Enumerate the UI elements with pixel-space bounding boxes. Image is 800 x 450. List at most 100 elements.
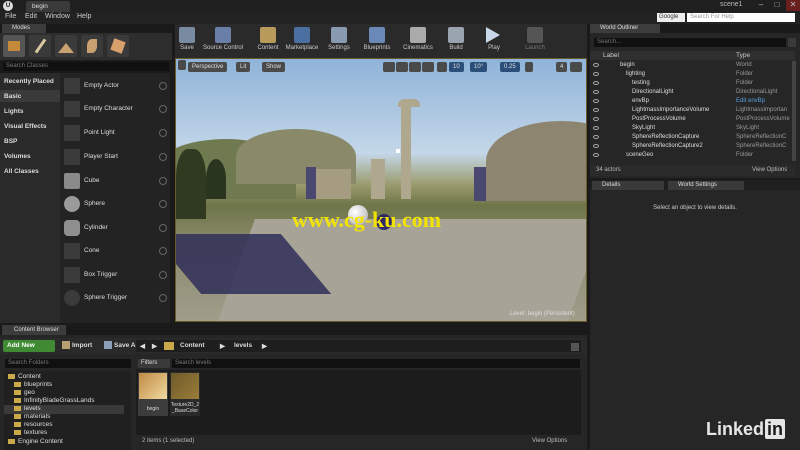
- world-settings-tab[interactable]: World Settings: [668, 181, 744, 190]
- folder-item[interactable]: blueprints: [14, 381, 52, 388]
- rotation-snap-value[interactable]: 10°: [470, 62, 488, 72]
- help-icon[interactable]: [159, 200, 167, 208]
- lock-icon[interactable]: [571, 343, 579, 351]
- folder-item[interactable]: geo: [14, 389, 35, 396]
- save-button[interactable]: Save: [176, 25, 198, 57]
- details-tab[interactable]: Details: [592, 181, 664, 190]
- help-icon[interactable]: [159, 105, 167, 113]
- outliner-row[interactable]: [590, 151, 795, 160]
- visibility-eye-icon[interactable]: [593, 108, 599, 112]
- visibility-eye-icon[interactable]: [593, 144, 599, 148]
- landscape-mode-icon[interactable]: [55, 35, 77, 57]
- paint-mode-icon[interactable]: [29, 35, 51, 57]
- marketplace-button[interactable]: Marketplace: [284, 25, 320, 57]
- breadcrumb-levels[interactable]: levels: [234, 342, 252, 349]
- content-button[interactable]: Content: [254, 25, 282, 57]
- grid-snap-value[interactable]: 10: [449, 62, 464, 72]
- level-viewport[interactable]: [175, 58, 587, 322]
- outliner-scrollbar[interactable]: [792, 61, 796, 161]
- cinematics-button[interactable]: Cinematics: [400, 25, 436, 57]
- folder-item[interactable]: Engine Content: [8, 438, 63, 445]
- add-new-button[interactable]: Add New: [3, 340, 55, 352]
- help-icon[interactable]: [159, 247, 167, 255]
- settings-button[interactable]: Settings: [324, 25, 354, 57]
- level-document-tab[interactable]: begin: [26, 1, 70, 12]
- folder-item[interactable]: resources: [14, 421, 53, 428]
- outliner-row[interactable]: [590, 70, 795, 79]
- scale-snap-value[interactable]: 0.25: [500, 62, 520, 72]
- menu-file[interactable]: File: [5, 13, 16, 20]
- close-button[interactable]: ✕: [786, 0, 800, 11]
- world-space-icon[interactable]: [422, 62, 434, 72]
- search-provider-dropdown[interactable]: Google: [657, 13, 685, 22]
- lit-dropdown[interactable]: Lit: [236, 62, 251, 72]
- menu-window[interactable]: Window: [45, 13, 70, 20]
- menu-help[interactable]: Help: [77, 13, 91, 20]
- geometry-mode-icon[interactable]: [107, 35, 129, 57]
- folder-item[interactable]: levels: [14, 405, 41, 412]
- filters-button[interactable]: Filters: [138, 359, 170, 368]
- visibility-eye-icon[interactable]: [593, 81, 599, 85]
- content-view-options[interactable]: View Options: [532, 438, 567, 444]
- help-icon[interactable]: [159, 294, 167, 302]
- visibility-eye-icon[interactable]: [593, 135, 599, 139]
- folder-item[interactable]: Content: [8, 373, 41, 380]
- import-button[interactable]: Import: [72, 342, 92, 349]
- back-arrow-icon[interactable]: ◀: [140, 342, 145, 350]
- visibility-eye-icon[interactable]: [593, 72, 599, 76]
- maximize-viewport-icon[interactable]: [570, 62, 582, 72]
- modes-tab[interactable]: Modes: [2, 24, 46, 33]
- edit-blueprint-link[interactable]: Edit envBp: [736, 98, 765, 104]
- show-dropdown[interactable]: Show: [262, 62, 286, 72]
- content-browser-tab[interactable]: Content Browser: [2, 325, 66, 335]
- category-recently-placed[interactable]: Recently Placed: [4, 78, 54, 85]
- surface-snap-icon[interactable]: [437, 62, 447, 72]
- outliner-search-input[interactable]: Search...: [594, 38, 786, 47]
- category-bsp[interactable]: BSP: [4, 138, 17, 145]
- search-assets-input[interactable]: Search levels: [172, 359, 580, 368]
- visibility-eye-icon[interactable]: [593, 153, 599, 157]
- help-icon[interactable]: [159, 224, 167, 232]
- category-lights[interactable]: Lights: [4, 108, 24, 115]
- blueprints-button[interactable]: Blueprints: [360, 25, 394, 57]
- visibility-eye-icon[interactable]: [593, 90, 599, 94]
- visibility-eye-icon[interactable]: [593, 126, 599, 130]
- launch-button[interactable]: Launch: [520, 25, 550, 57]
- search-classes-input[interactable]: Search Classes: [3, 62, 169, 71]
- help-icon[interactable]: [159, 177, 167, 185]
- help-search-input[interactable]: Search For Help: [687, 13, 795, 22]
- visibility-eye-icon[interactable]: [593, 63, 599, 67]
- forward-arrow-icon[interactable]: ▶: [152, 342, 157, 350]
- foliage-mode-icon[interactable]: [81, 35, 103, 57]
- search-folders-input[interactable]: Search Folders: [5, 359, 131, 368]
- translate-tool-icon[interactable]: [383, 62, 395, 72]
- folder-item[interactable]: textures: [14, 429, 47, 436]
- breadcrumb-content[interactable]: Content: [180, 342, 205, 349]
- col-type-header[interactable]: Type: [736, 52, 750, 59]
- help-icon[interactable]: [159, 153, 167, 161]
- folder-item[interactable]: materials: [14, 413, 50, 420]
- build-button[interactable]: Build: [442, 25, 470, 57]
- col-label-header[interactable]: Label: [603, 52, 619, 59]
- category-all-classes[interactable]: All Classes: [4, 168, 39, 175]
- place-mode-icon[interactable]: [3, 35, 25, 57]
- category-volumes[interactable]: Volumes: [4, 153, 31, 160]
- rotate-tool-icon[interactable]: [396, 62, 408, 72]
- help-icon[interactable]: [159, 271, 167, 279]
- menu-edit[interactable]: Edit: [25, 13, 37, 20]
- help-icon[interactable]: [159, 82, 167, 90]
- source-control-button[interactable]: Source Control: [200, 25, 246, 57]
- perspective-dropdown[interactable]: Perspective: [188, 62, 228, 72]
- viewport-options-dropdown[interactable]: [178, 60, 186, 70]
- camera-speed-value[interactable]: 4: [556, 62, 568, 72]
- category-basic[interactable]: Basic: [4, 93, 21, 100]
- outliner-settings-icon[interactable]: [788, 38, 796, 47]
- outliner-row[interactable]: [590, 124, 795, 133]
- category-visual-effects[interactable]: Visual Effects: [4, 123, 47, 130]
- light-gizmo-icon[interactable]: [396, 149, 400, 153]
- visibility-eye-icon[interactable]: [593, 117, 599, 121]
- minimize-button[interactable]: –: [754, 0, 768, 11]
- play-button[interactable]: Play: [480, 25, 508, 57]
- world-outliner-tab[interactable]: World Outliner: [590, 24, 660, 33]
- help-icon[interactable]: [159, 129, 167, 137]
